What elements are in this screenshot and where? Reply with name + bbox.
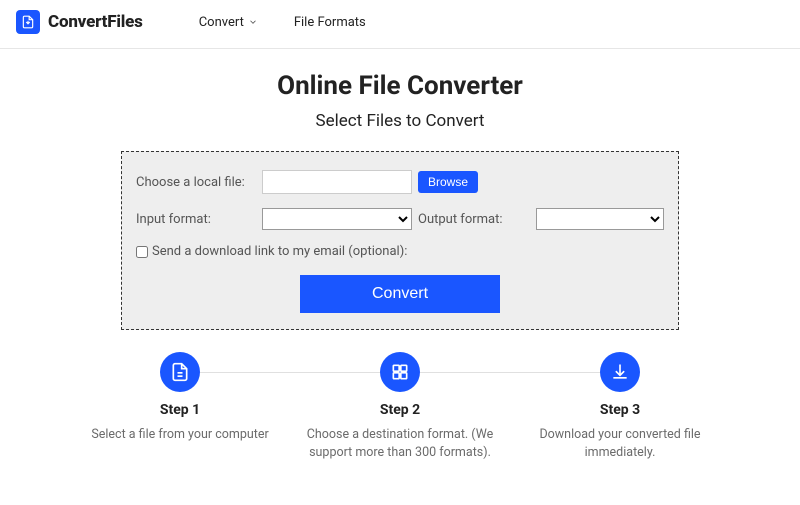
- chevron-down-icon: [248, 17, 258, 27]
- nav-convert-label: Convert: [199, 15, 244, 30]
- header: ConvertFiles Convert File Formats: [0, 0, 800, 49]
- nav-file-formats[interactable]: File Formats: [294, 15, 366, 30]
- step-3-desc: Download your converted file immediately…: [510, 426, 730, 462]
- logo-icon: [16, 10, 40, 34]
- format-row: Input format: Output format:: [136, 208, 664, 230]
- step-1: Step 1 Select a file from your computer: [70, 352, 290, 462]
- steps: Step 1 Select a file from your computer …: [0, 352, 800, 462]
- step-2: Step 2 Choose a destination format. (We …: [290, 352, 510, 462]
- file-icon: [160, 352, 200, 392]
- brand-name: ConvertFiles: [48, 12, 143, 32]
- browse-button[interactable]: Browse: [418, 171, 478, 193]
- page-subtitle: Select Files to Convert: [0, 111, 800, 131]
- nav-convert[interactable]: Convert: [199, 15, 258, 30]
- email-label: Send a download link to my email (option…: [152, 244, 407, 259]
- step-1-title: Step 1: [70, 402, 290, 418]
- convert-button[interactable]: Convert: [300, 275, 500, 313]
- main-nav: Convert File Formats: [199, 15, 366, 30]
- email-row: Send a download link to my email (option…: [136, 244, 664, 259]
- file-input[interactable]: [262, 170, 412, 194]
- email-checkbox[interactable]: [136, 246, 148, 258]
- output-format-label: Output format:: [418, 212, 516, 227]
- brand-logo: ConvertFiles: [16, 10, 143, 34]
- output-format-select[interactable]: [536, 208, 664, 230]
- choose-file-row: Choose a local file: Browse: [136, 170, 664, 194]
- input-format-label: Input format:: [136, 212, 262, 227]
- download-icon: [600, 352, 640, 392]
- input-format-select[interactable]: [262, 208, 412, 230]
- step-1-desc: Select a file from your computer: [70, 426, 290, 444]
- step-3-title: Step 3: [510, 402, 730, 418]
- step-3: Step 3 Download your converted file imme…: [510, 352, 730, 462]
- choose-file-label: Choose a local file:: [136, 175, 262, 190]
- step-2-title: Step 2: [290, 402, 510, 418]
- step-2-desc: Choose a destination format. (We support…: [290, 426, 510, 462]
- converter-panel: Choose a local file: Browse Input format…: [121, 151, 679, 330]
- hero: Online File Converter Select Files to Co…: [0, 49, 800, 137]
- nav-formats-label: File Formats: [294, 15, 366, 30]
- grid-icon: [380, 352, 420, 392]
- page-title: Online File Converter: [0, 71, 800, 101]
